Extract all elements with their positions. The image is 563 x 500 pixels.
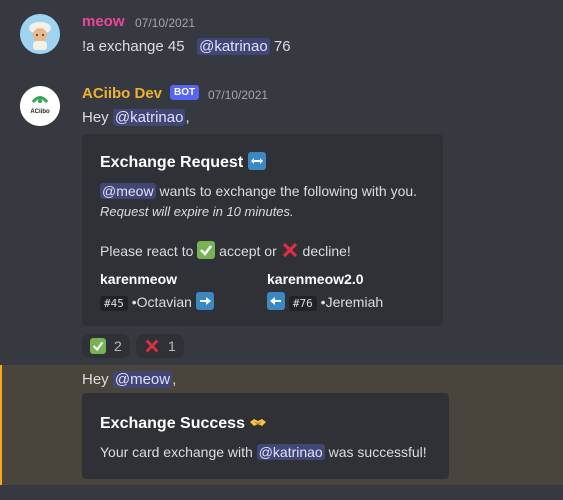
react-prefix: Please react to <box>100 243 194 259</box>
timestamp: 07/10/2021 <box>208 88 269 102</box>
embed-expiry-note: Request will expire in 10 minutes. <box>100 204 294 219</box>
mention-meow[interactable]: @meow <box>112 371 173 388</box>
embed-title-text: Exchange Request <box>100 154 244 171</box>
reaction-count: 2 <box>114 338 122 354</box>
aciibo-logo-icon: ACiibo <box>20 86 60 126</box>
exchange-request-embed: Exchange Request @meow wants to exchange… <box>82 134 443 326</box>
embed-line1: @meow wants to exchange the following wi… <box>100 183 417 199</box>
mention-katrinao[interactable]: @katrinao <box>256 444 325 460</box>
greeting-text: Hey <box>82 109 109 126</box>
bot-tag: BOT <box>170 85 200 100</box>
embed-title: Exchange Request <box>100 152 266 172</box>
reaction-count: 1 <box>168 338 176 354</box>
accept-text: accept or <box>219 243 277 259</box>
right-trade-item: #76 •Jeremiah <box>267 292 384 311</box>
mention-highlight-bar <box>0 365 2 485</box>
check-mark-icon <box>90 338 106 354</box>
timestamp: 07/10/2021 <box>135 16 196 30</box>
embed-react-instructions: Please react to accept or decline! <box>100 241 351 259</box>
card-name: Octavian <box>136 294 192 310</box>
right-arrow-icon <box>195 292 214 310</box>
body-suffix: was successful! <box>328 444 427 460</box>
card-name: Jeremiah <box>325 294 384 310</box>
cross-mark-icon <box>144 338 160 354</box>
message-content: !a exchange 45 @katrinao 76 <box>82 38 291 55</box>
left-trader-name: karenmeow <box>100 271 178 287</box>
username[interactable]: meow <box>82 13 125 30</box>
embed-body: Your card exchange with @katrinao was su… <box>100 444 427 460</box>
mention-meow[interactable]: @meow <box>100 183 156 199</box>
left-arrow-icon <box>267 292 285 310</box>
message-content: Hey @meow, <box>82 371 176 388</box>
reaction-cross[interactable]: 1 <box>136 334 184 358</box>
command-arg: 76 <box>273 38 291 55</box>
body-prefix: Your card exchange with <box>100 444 253 460</box>
embed-line1-text: wants to exchange the following with you… <box>159 183 418 199</box>
embed-title: Exchange Success <box>100 413 267 433</box>
avatar-image <box>20 14 60 54</box>
handshake-icon <box>249 413 267 431</box>
username[interactable]: ACiibo Dev <box>82 85 162 102</box>
greeting-comma: , <box>172 371 177 388</box>
left-right-arrow-icon <box>247 152 266 170</box>
mention-katrinao[interactable]: @katrinao <box>112 109 186 126</box>
greeting-text: Hey <box>82 371 109 388</box>
card-number-badge: #45 <box>100 296 128 311</box>
mention-katrinao[interactable]: @katrinao <box>197 38 270 55</box>
bottom-strip <box>0 485 563 500</box>
command-text: !a exchange 45 <box>82 38 185 55</box>
greeting-comma: , <box>185 109 190 126</box>
avatar[interactable]: ACiibo <box>20 86 60 126</box>
avatar[interactable] <box>20 14 60 54</box>
reaction-check[interactable]: 2 <box>82 334 130 358</box>
message-content: Hey @katrinao, <box>82 109 190 126</box>
exchange-success-embed: Exchange Success Your card exchange with… <box>82 393 449 479</box>
card-number-badge: #76 <box>288 296 317 311</box>
decline-text: decline! <box>302 243 351 259</box>
left-trade-item: #45 •Octavian <box>100 292 214 311</box>
check-mark-icon <box>197 241 216 259</box>
right-trader-name: karenmeow2.0 <box>267 271 364 287</box>
avatar-label: ACiibo <box>30 109 50 115</box>
embed-title-text: Exchange Success <box>100 415 245 432</box>
cross-mark-icon <box>281 241 299 259</box>
